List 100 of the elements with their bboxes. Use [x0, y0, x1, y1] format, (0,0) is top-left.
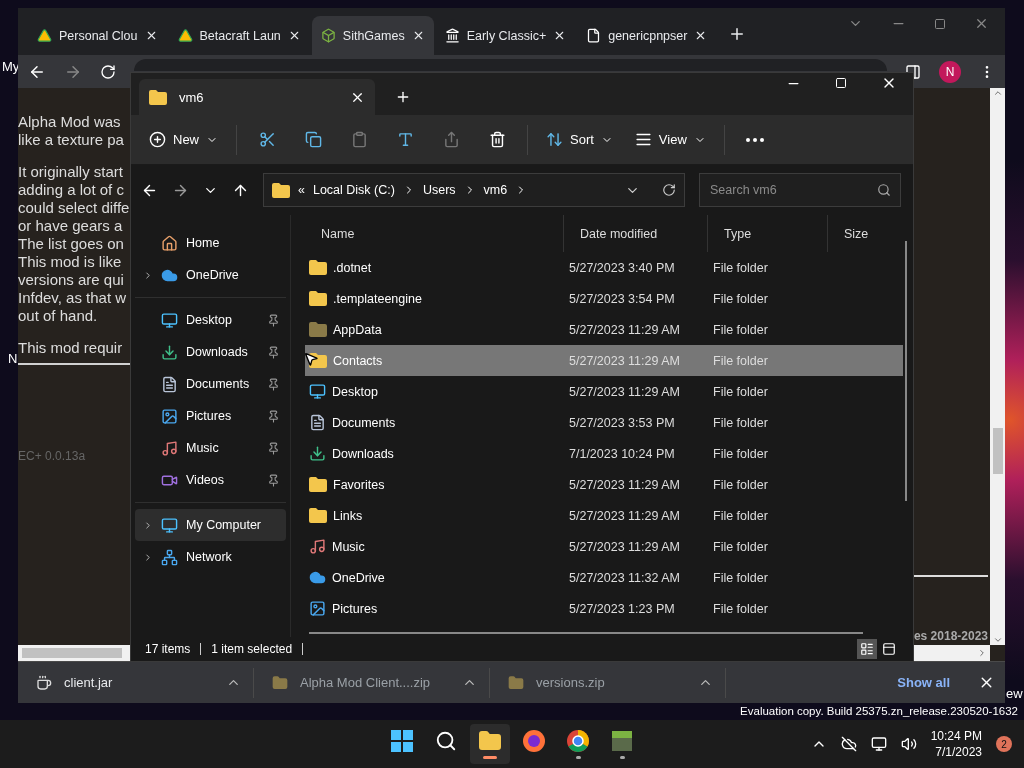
- file-row[interactable]: Pictures 5/27/2023 1:23 PM File folder: [305, 593, 903, 624]
- column-header[interactable]: Type: [707, 215, 827, 252]
- search-icon: [877, 183, 891, 197]
- download-item[interactable]: Alpha Mod Client....zip: [254, 667, 490, 698]
- sort-icon: [546, 131, 563, 148]
- details-view-button[interactable]: [857, 639, 877, 659]
- sidebar-item[interactable]: OneDrive: [135, 259, 286, 291]
- sort-button[interactable]: Sort: [538, 122, 621, 157]
- show-all-link[interactable]: Show all: [887, 671, 960, 694]
- download-item[interactable]: client.jar: [18, 667, 254, 698]
- taskbar-app[interactable]: [470, 724, 510, 764]
- chevron-icon: [143, 551, 153, 563]
- browser-tab[interactable]: genericpnpser: [577, 16, 717, 55]
- file-row[interactable]: Desktop 5/27/2023 11:29 AM File folder: [305, 376, 903, 407]
- document-icon: [309, 414, 326, 431]
- monitor-icon: [161, 311, 178, 329]
- sidebar-item[interactable]: My Computer: [135, 509, 286, 541]
- computer-icon: [161, 516, 178, 534]
- notification-badge[interactable]: 2: [996, 736, 1012, 752]
- triangle-icon: [177, 28, 193, 43]
- new-button[interactable]: New: [141, 122, 226, 157]
- desktop-label: ew: [1006, 686, 1023, 701]
- overflow-chevron[interactable]: «: [298, 183, 305, 197]
- cloud-off-icon[interactable]: [840, 736, 857, 752]
- browser-icon: [522, 729, 546, 753]
- document-icon: [161, 375, 178, 393]
- search-icon: [435, 730, 457, 752]
- house-icon: [161, 234, 178, 252]
- refresh-icon[interactable]: [662, 183, 676, 197]
- sidebar-item[interactable]: Network: [135, 541, 286, 573]
- file-row[interactable]: Contacts 5/27/2023 11:29 AM File folder: [305, 345, 903, 376]
- cut-icon: [258, 131, 276, 148]
- browser-tab[interactable]: Betacraft Laun: [168, 16, 310, 55]
- address-bar[interactable]: « Local Disk (C:) Users vm6: [263, 173, 685, 207]
- scrollbar-track[interactable]: [914, 645, 990, 661]
- file-row[interactable]: .templateengine 5/27/2023 3:54 PM File folder: [305, 283, 903, 314]
- pin-icon: [267, 409, 280, 423]
- breadcrumb[interactable]: Local Disk (C:): [312, 183, 395, 197]
- folder-icon: [272, 674, 288, 691]
- sidebar-item[interactable]: Pictures: [135, 400, 286, 432]
- sidebar-item[interactable]: Downloads: [135, 336, 286, 368]
- rename-icon: [396, 131, 414, 148]
- profile-avatar[interactable]: N: [939, 60, 961, 83]
- file-row[interactable]: .dotnet 5/27/2023 3:40 PM File folder: [305, 252, 903, 283]
- folder-icon: [309, 508, 327, 523]
- paragraph-text: It originally start adding a lot of c could select diffe or have gears a The list goes on This mod is like versions are qui Infdev, as that w out of hand.: [18, 163, 130, 325]
- page-icon: [586, 28, 602, 43]
- download-item[interactable]: versions.zip: [490, 667, 726, 698]
- folder-icon: [309, 477, 327, 492]
- folder-icon: [508, 674, 524, 691]
- chevron-icon: [143, 519, 153, 531]
- music-note-icon: [161, 439, 178, 457]
- file-row[interactable]: OneDrive 5/27/2023 11:32 AM File folder: [305, 562, 903, 593]
- sidebar-item[interactable]: Music: [135, 432, 286, 464]
- cup-icon: [36, 674, 52, 691]
- mouse-cursor-icon: [303, 351, 319, 367]
- scrollbar-thumb[interactable]: [22, 648, 122, 658]
- scrollbar-track[interactable]: [18, 645, 130, 661]
- folder-icon: [309, 291, 327, 306]
- block-icon: [610, 729, 634, 753]
- new-tab-icon[interactable]: [395, 89, 411, 105]
- scroll-right-icon: [977, 648, 987, 658]
- sidebar-item[interactable]: Desktop: [135, 304, 286, 336]
- column-header[interactable]: Name: [305, 215, 563, 252]
- browser-tab[interactable]: Early Classic+: [435, 16, 576, 55]
- more-icon: [745, 137, 764, 142]
- file-row[interactable]: Downloads 7/1/2023 10:24 PM File folder: [305, 438, 903, 469]
- browser-tab[interactable]: SithGames: [311, 16, 434, 55]
- file-row[interactable]: AppData 5/27/2023 11:29 AM File folder: [305, 314, 903, 345]
- explorer-tab[interactable]: vm6: [139, 79, 375, 115]
- column-header[interactable]: Size: [827, 215, 903, 252]
- network-icon: [161, 548, 178, 566]
- browser-tab[interactable]: Personal Clou: [28, 16, 167, 55]
- sidebar-item[interactable]: Videos: [135, 464, 286, 496]
- reload-icon[interactable]: [100, 63, 116, 80]
- desktop-label: My: [2, 59, 20, 74]
- scroll-up-icon: [992, 88, 1003, 98]
- lines-icon: [634, 131, 652, 148]
- breadcrumb[interactable]: Users: [422, 183, 456, 197]
- scrollbar-thumb[interactable]: [992, 428, 1003, 474]
- breadcrumb[interactable]: vm6: [483, 183, 508, 197]
- volume-icon[interactable]: [900, 736, 917, 752]
- search-field[interactable]: Search vm6: [699, 173, 901, 207]
- sidebar-item[interactable]: Home: [135, 227, 286, 259]
- scrollbar[interactable]: [990, 88, 1005, 645]
- side-panel-icon[interactable]: [905, 63, 921, 80]
- file-row[interactable]: Links 5/27/2023 11:29 AM File folder: [305, 500, 903, 531]
- column-header[interactable]: Date modified: [563, 215, 707, 252]
- plus-circle-icon: [149, 131, 166, 148]
- download-icon: [161, 343, 178, 361]
- network-icon[interactable]: [870, 736, 887, 752]
- trash-icon: [488, 131, 506, 148]
- browser-icon: [566, 729, 590, 753]
- file-row[interactable]: Favorites 5/27/2023 11:29 AM File folder: [305, 469, 903, 500]
- file-row[interactable]: Music 5/27/2023 11:29 AM File folder: [305, 531, 903, 562]
- view-button[interactable]: View: [626, 122, 714, 157]
- clock[interactable]: 10:24 PM 7/1/2023: [930, 729, 982, 759]
- folder-icon: [272, 182, 290, 198]
- sidebar-item[interactable]: Documents: [135, 368, 286, 400]
- file-row[interactable]: Documents 5/27/2023 3:53 PM File folder: [305, 407, 903, 438]
